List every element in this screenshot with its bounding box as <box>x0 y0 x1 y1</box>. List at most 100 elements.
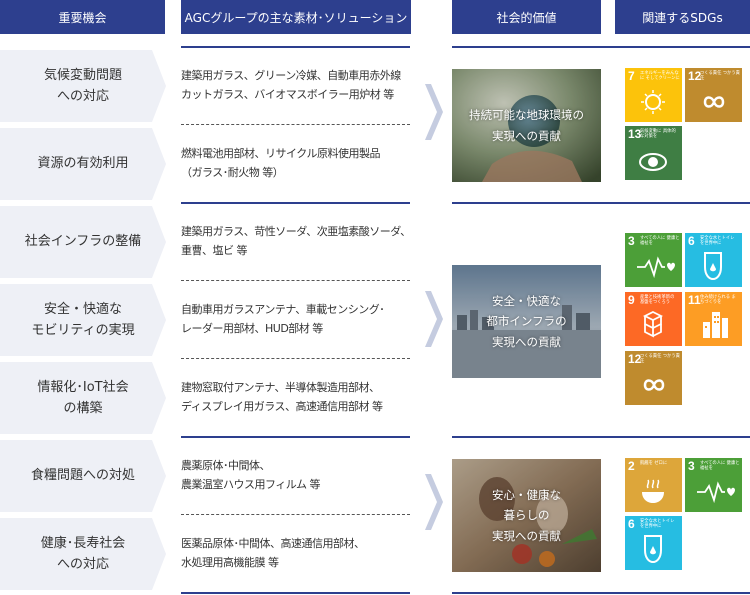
value-line: 安全・快適な <box>492 294 561 309</box>
group-divider <box>452 46 750 48</box>
sdg-label: 産業と技術革新の 基盤をつくろう <box>640 295 675 306</box>
solution-food-problem: 農薬原体･中間体、 農業温室ハウス用フィルム 等 <box>181 457 411 494</box>
group-divider <box>181 592 410 594</box>
solution-line: カットガラス、バイオマスボイラー用炉材 等 <box>181 87 394 101</box>
sdg-label: つくる責任 つかう責任 <box>700 71 740 82</box>
row-divider <box>181 358 410 359</box>
sdg-6-icon: 6 安全な水とトイレ を世界中に <box>625 516 682 570</box>
value-text: 持続可能な地球環境の 実現への貢献 <box>452 69 601 182</box>
sdg-label: つくる責任 つかう責任 <box>640 354 680 365</box>
row-divider <box>181 124 410 125</box>
issue-label-line: モビリティの実現 <box>31 323 135 338</box>
solution-line: 建築用ガラス、グリーン冷媒、自動車用赤外線 <box>181 69 401 82</box>
header-value: 社会的価値 <box>452 0 601 34</box>
chevron-right-icon <box>425 474 443 530</box>
value-healthy-living: 安心・健康な 暮らしの実現への貢献 <box>452 459 601 572</box>
solution-line: ディスプレイ用ガラス、高速通信用部材 等 <box>181 399 383 413</box>
solution-line: 建物窓取付アンテナ、半導体製造用部材、 <box>181 381 380 394</box>
issue-label-line: 気候変動問題 <box>43 67 122 83</box>
issue-iot-society: 情報化･IoT社会 の構築 <box>0 362 166 434</box>
group-divider <box>452 592 750 594</box>
chevron-right-icon <box>425 291 443 347</box>
sdg-number: 11 <box>688 293 701 307</box>
issue-resource-use: 資源の有効利用 <box>0 128 166 200</box>
issue-food-problem: 食糧問題への対処 <box>0 440 166 512</box>
sdg-number: 2 <box>628 459 635 473</box>
header-sdgs-label: 関連するSDGs <box>642 10 723 25</box>
header-solutions-label: AGCグループの主な素材･ソリューション <box>184 10 408 25</box>
group-divider <box>181 202 410 204</box>
value-text: 安全・快適な 都市インフラの 実現への貢献 <box>452 265 601 378</box>
sdg-3-icon: 3 すべての人に 健康と福祉を <box>625 233 682 287</box>
issue-healthy-aging: 健康･長寿社会 への対応 <box>0 518 166 590</box>
chevron-right-icon <box>425 84 443 140</box>
issue-label-line: 安全・快適な <box>43 301 122 317</box>
solution-line: 重曹、塩ビ 等 <box>181 243 248 257</box>
sdg-label: 気候変動に 具体的な対策を <box>640 129 676 140</box>
solution-line: レーダー用部材、HUD部材 等 <box>181 321 323 335</box>
sdg-12-icon: 12 つくる責任 つかう責任 <box>625 351 682 405</box>
sdg-2-icon: 2 飢餓を ゼロに <box>625 458 682 512</box>
sdg-label: 住み続けられる まちづくりを <box>700 295 736 306</box>
sdg-label: エネルギーをみんなに そしてクリーンに <box>640 71 680 82</box>
solution-line: 燃料電池用部材、リサイクル原料使用製品 <box>181 147 380 160</box>
issue-label-line: への対応 <box>56 89 109 104</box>
sdg-9-icon: 9 産業と技術革新の 基盤をつくろう <box>625 292 682 346</box>
header-issues: 重要機会 <box>0 0 165 34</box>
solution-climate-change: 建築用ガラス、グリーン冷媒、自動車用赤外線 カットガラス、バイオマスボイラー用炉材… <box>181 67 411 104</box>
issue-label-line: 健康･長寿社会 <box>40 535 126 551</box>
sdg-number: 6 <box>688 234 695 248</box>
header-value-label: 社会的価値 <box>496 10 557 25</box>
issue-label-line: への対応 <box>56 557 109 572</box>
header-solutions: AGCグループの主な素材･ソリューション <box>181 0 411 34</box>
sdg-number: 6 <box>628 517 635 531</box>
value-text: 安心・健康な 暮らしの実現への貢献 <box>452 459 601 572</box>
solution-iot-society: 建物窓取付アンテナ、半導体製造用部材、 ディスプレイ用ガラス、高速通信用部材 等 <box>181 379 411 416</box>
sdg-3-icon: 3 すべての人に 健康と福祉を <box>685 458 742 512</box>
value-line: 安心・健康な <box>492 488 561 503</box>
group-divider <box>181 46 410 48</box>
sdg-number: 7 <box>628 69 635 83</box>
solution-line: 農業温室ハウス用フィルム 等 <box>181 477 321 491</box>
issue-social-infrastructure: 社会インフラの整備 <box>0 206 166 278</box>
sdg-11-icon: 11 住み続けられる まちづくりを <box>685 292 742 346</box>
sdg-number: 3 <box>688 459 695 473</box>
sdg-label: すべての人に 健康と福祉を <box>700 461 740 472</box>
header-issues-label: 重要機会 <box>58 10 107 25</box>
value-line: 実現への貢献 <box>492 528 561 543</box>
sdg-label: すべての人に 健康と福祉を <box>640 236 680 247</box>
issue-label-line: 情報化･IoT社会 <box>37 379 129 395</box>
solution-line: 自動車用ガラスアンテナ、車載センシング･ <box>181 303 385 316</box>
solution-line: 医薬品原体･中間体、高速通信用部材、 <box>181 537 365 550</box>
group-divider <box>452 202 750 204</box>
header-sdgs: 関連するSDGs <box>615 0 750 34</box>
row-divider <box>181 514 410 515</box>
sdg-7-icon: 7 エネルギーをみんなに そしてクリーンに <box>625 68 682 122</box>
issue-safe-mobility: 安全・快適な モビリティの実現 <box>0 284 166 356</box>
issue-label-line: の構築 <box>63 401 103 416</box>
value-sustainable-environment: 持続可能な地球環境の 実現への貢献 <box>452 69 601 182</box>
sdg-number: 9 <box>628 293 635 307</box>
sdg-12-icon: 12 つくる責任 つかう責任 <box>685 68 742 122</box>
group-divider <box>181 436 410 438</box>
sdg-label: 安全な水とトイレ を世界中に <box>640 519 675 530</box>
solution-resource-use: 燃料電池用部材、リサイクル原料使用製品 （ガラス･耐火物 等） <box>181 145 411 182</box>
solution-safe-mobility: 自動車用ガラスアンテナ、車載センシング･ レーダー用部材、HUD部材 等 <box>181 301 411 338</box>
row-divider <box>181 280 410 281</box>
solution-line: 水処理用高機能膜 等 <box>181 555 279 569</box>
value-line: 都市インフラの <box>486 314 567 329</box>
solution-healthy-aging: 医薬品原体･中間体、高速通信用部材、 水処理用高機能膜 等 <box>181 535 411 572</box>
sdg-label: 飢餓を ゼロに <box>640 461 668 466</box>
issue-label-line: 資源の有効利用 <box>37 156 129 172</box>
value-line: 暮らしの <box>503 508 550 523</box>
issue-label-line: 食糧問題への対処 <box>30 468 135 484</box>
solution-line: （ガラス･耐火物 等） <box>181 165 284 179</box>
sdg-13-icon: 13 気候変動に 具体的な対策を <box>625 126 682 180</box>
value-line: 実現への貢献 <box>492 334 561 349</box>
group-divider <box>452 436 750 438</box>
value-safe-infrastructure: 安全・快適な 都市インフラの 実現への貢献 <box>452 265 601 378</box>
solution-social-infrastructure: 建築用ガラス、苛性ソーダ、次亜塩素酸ソーダ、 重曹、塩ビ 等 <box>181 223 411 260</box>
sdg-6-icon: 6 安全な水とトイレ を世界中に <box>685 233 742 287</box>
value-line: 持続可能な地球環境の <box>469 108 584 123</box>
value-line: 実現への貢献 <box>492 128 561 143</box>
